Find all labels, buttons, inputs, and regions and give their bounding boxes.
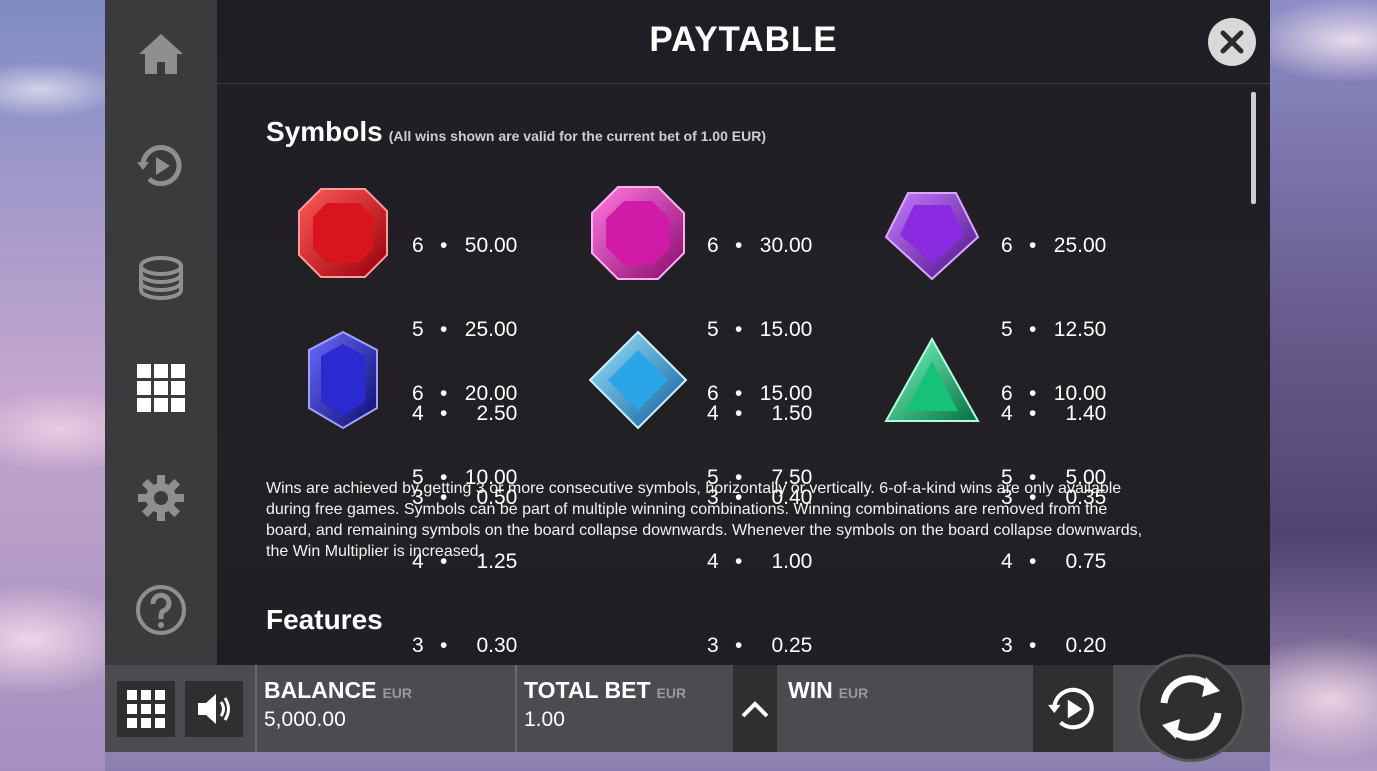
pink-gem-icon	[591, 186, 685, 280]
pay-row: 6 • 10.00	[1001, 380, 1106, 408]
pay-dot: •	[735, 234, 743, 257]
pay-row: 3 • 0.20	[1001, 632, 1106, 660]
total-bet-label-text: TOTAL BET	[524, 677, 651, 703]
pay-value: 0.20	[1065, 634, 1107, 657]
purple-gem-icon	[884, 192, 980, 281]
symbols-title-text: Symbols	[266, 116, 383, 147]
gear-icon	[138, 475, 184, 521]
pay-value: 25.00	[1053, 234, 1107, 257]
total-bet-unit: EUR	[656, 685, 687, 701]
balance-label-text: BALANCE	[264, 677, 377, 703]
pay-dot: •	[1029, 382, 1037, 405]
sidebar-item-help[interactable]	[133, 582, 189, 638]
autoplay-icon	[1048, 687, 1094, 729]
home-icon	[139, 34, 183, 74]
pay-dot: •	[1029, 634, 1037, 657]
pay-count: 6	[1001, 382, 1013, 405]
pay-value: 0.30	[476, 634, 518, 657]
red-gem-icon	[298, 188, 388, 278]
pay-value: 50.00	[464, 234, 518, 257]
spin-button[interactable]	[1137, 654, 1245, 762]
pay-count: 6	[412, 234, 424, 257]
page-title: PAYTABLE	[649, 20, 838, 59]
coins-icon	[139, 256, 183, 300]
pay-value: 10.00	[1053, 382, 1107, 405]
sidebar-item-bet[interactable]	[133, 250, 189, 306]
pay-count: 3	[412, 634, 424, 657]
symbols-bet-note: (All wins shown are valid for the curren…	[388, 128, 766, 144]
sidebar-item-paytable[interactable]	[133, 360, 189, 416]
symbols-description: Wins are achieved by getting 3 or more c…	[266, 480, 1143, 560]
pay-value: 15.00	[759, 382, 813, 405]
features-section-title: Features	[266, 604, 383, 635]
pay-row: 6 • 20.00	[412, 380, 517, 408]
pay-row: 6 • 15.00	[707, 380, 812, 408]
menu-button[interactable]	[117, 681, 175, 737]
sound-button[interactable]	[185, 681, 243, 737]
win-label: WIN EUR	[788, 677, 868, 704]
win-unit: EUR	[838, 685, 869, 701]
pay-row: 3 • 0.25	[707, 632, 812, 660]
pay-value: 20.00	[464, 382, 518, 405]
pay-count: 3	[1001, 634, 1013, 657]
pay-row: 6 • 25.00	[1001, 232, 1106, 260]
paytable-header: PAYTABLE	[217, 0, 1270, 84]
pay-count: 6	[707, 234, 719, 257]
autoplay-button[interactable]	[1033, 665, 1113, 752]
grid-menu-icon	[127, 690, 165, 728]
pay-count: 6	[1001, 234, 1013, 257]
cyan-gem-icon	[588, 330, 688, 430]
bottom-divider	[255, 665, 257, 752]
balance-unit: EUR	[382, 685, 413, 701]
pay-count: 3	[707, 634, 719, 657]
autoplay-icon	[137, 145, 182, 187]
background-left	[0, 0, 105, 771]
chevron-up-icon	[741, 700, 769, 717]
pay-dot: •	[440, 382, 448, 405]
paytable-grid-icon	[137, 364, 185, 412]
pay-dot: •	[440, 234, 448, 257]
pay-dot: •	[1029, 234, 1037, 257]
close-button[interactable]	[1208, 18, 1256, 66]
pay-value: 0.25	[771, 634, 813, 657]
balance-label: BALANCE EUR	[264, 677, 412, 704]
sidebar-item-home[interactable]	[133, 26, 189, 82]
symbols-section-title: Symbols (All wins shown are valid for the…	[266, 116, 766, 148]
pay-dot: •	[735, 382, 743, 405]
pay-count: 6	[707, 382, 719, 405]
pay-dot: •	[440, 634, 448, 657]
pay-row: 6 • 30.00	[707, 232, 812, 260]
bottom-divider	[515, 665, 517, 752]
background-right	[1270, 0, 1377, 771]
balance-value: 5,000.00	[264, 708, 346, 731]
green-gem-icon	[884, 336, 980, 422]
pay-count: 6	[412, 382, 424, 405]
pay-dot: •	[735, 634, 743, 657]
total-bet-label: TOTAL BET EUR	[524, 677, 686, 704]
close-icon	[1220, 30, 1244, 54]
help-icon	[136, 585, 186, 635]
bet-up-button[interactable]	[733, 665, 777, 752]
pay-row: 6 • 50.00	[412, 232, 517, 260]
total-bet-value: 1.00	[524, 708, 565, 731]
pay-value: 30.00	[759, 234, 813, 257]
win-label-text: WIN	[788, 677, 833, 703]
sidebar-item-autoplay[interactable]	[133, 138, 189, 194]
sidebar-item-settings[interactable]	[133, 470, 189, 526]
speaker-icon	[198, 694, 230, 724]
sidebar-menu	[105, 0, 217, 665]
pay-row: 3 • 0.30	[412, 632, 517, 660]
scrollbar-thumb[interactable]	[1251, 92, 1256, 204]
spin-arrows-icon	[1160, 675, 1222, 741]
blue-gem-icon	[308, 330, 378, 430]
